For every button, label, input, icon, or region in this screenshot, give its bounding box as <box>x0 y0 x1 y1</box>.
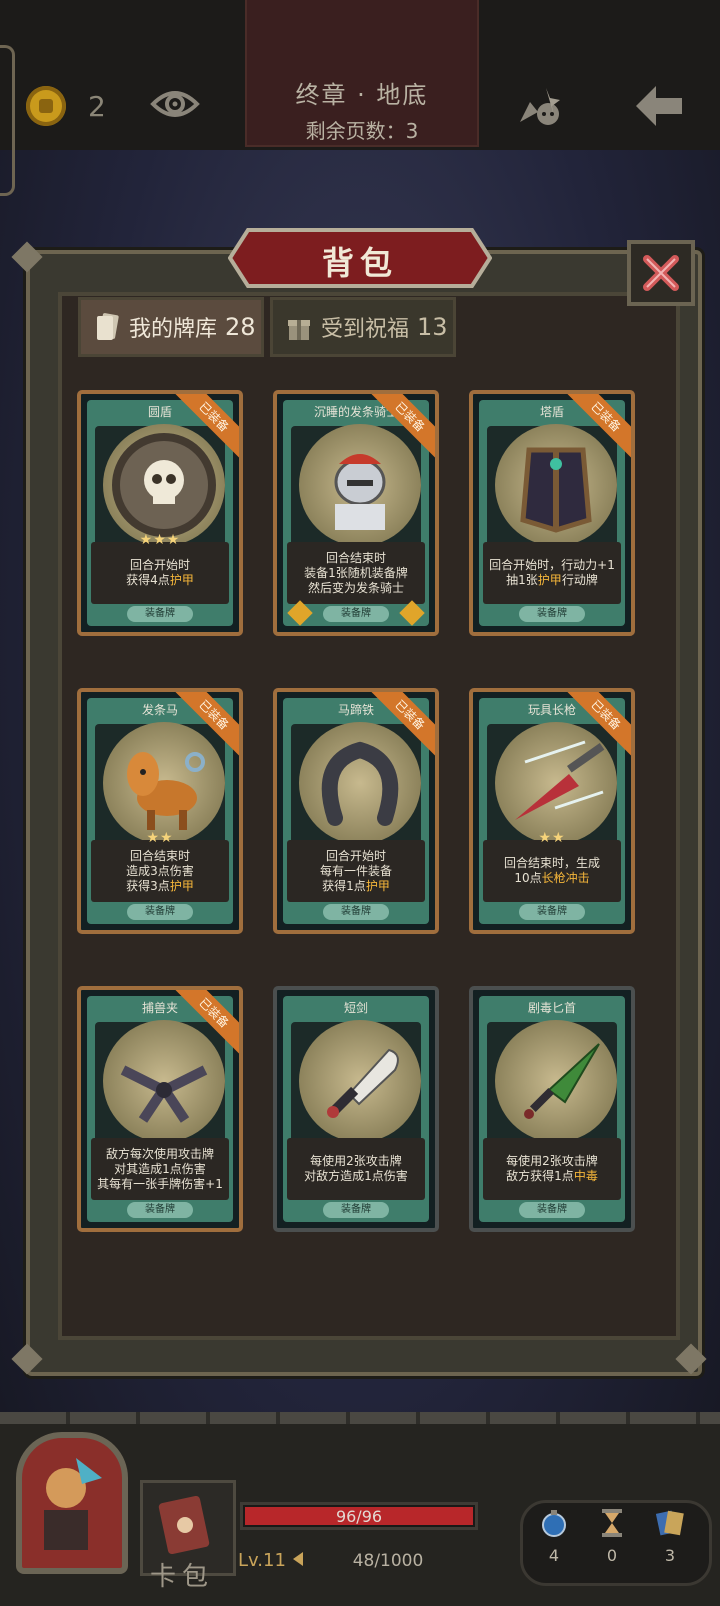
card-description: 回合结束时 装备1张随机装备牌 然后变为发条骑士 <box>287 542 425 604</box>
horseshoe-art <box>299 722 421 844</box>
trap-art <box>103 1020 225 1142</box>
coin-count: 2 <box>88 90 106 123</box>
fairy-icon[interactable] <box>516 82 566 128</box>
card-description: 每使用2张攻击牌 敌方获得1点中毒 <box>483 1138 621 1200</box>
xp-text: 48/1000 <box>352 1551 424 1571</box>
level-label: Lv.11 <box>238 1550 286 1571</box>
card-toy-lance[interactable]: 玩具长枪 ★★ 回合结束时，生成 10点长枪冲击 装备牌 已装备 <box>469 688 635 934</box>
chapter-header: 终章 · 地底 剩余页数：3 <box>245 0 479 147</box>
star-rating: ★★★ <box>139 532 181 548</box>
tab-label: 我的牌库 <box>129 317 218 342</box>
card-short-sword[interactable]: 短剑 每使用2张攻击牌 对敌方造成1点伤害 装备牌 <box>273 986 439 1232</box>
resource-count: 3 <box>664 1546 676 1565</box>
card-type: 装备牌 <box>323 1202 389 1218</box>
eye-icon[interactable] <box>150 86 200 122</box>
tab-count: 28 <box>225 313 256 341</box>
close-button[interactable] <box>627 240 695 306</box>
card-name: 短剑 <box>343 1001 368 1015</box>
book-icon <box>158 1495 210 1555</box>
card-clockwork-horse[interactable]: 发条马 ★★ 回合结束时 造成3点伤害 获得3点护甲 装备牌 已装备 <box>77 688 243 934</box>
close-icon <box>643 255 679 291</box>
lance-art <box>495 722 617 844</box>
card-type: 装备牌 <box>127 904 193 920</box>
star-rating: ★★ <box>538 830 566 846</box>
tab-my-deck[interactable]: 我的牌库 28 <box>78 297 264 357</box>
card-description: 每使用2张攻击牌 对敌方造成1点伤害 <box>287 1138 425 1200</box>
horse-art <box>103 722 225 844</box>
tab-label: 受到祝福 <box>321 317 410 342</box>
card-description: 敌方每次使用攻击牌 对其造成1点伤害 其每有一张手牌伤害+1 <box>91 1138 229 1200</box>
short-sword-art <box>299 1020 421 1142</box>
tab-blessings[interactable]: 受到祝福 13 <box>270 297 456 357</box>
star-rating: ★★ <box>146 830 174 846</box>
gift-icon <box>288 320 310 340</box>
bomb-icon <box>542 1510 566 1537</box>
card-round-shield[interactable]: 圆盾 ★★★ 回合开始时 获得4点护甲 装备牌 已装备 <box>77 390 243 636</box>
card-bear-trap[interactable]: 捕兽夹 敌方每次使用攻击牌 对其造成1点伤害 其每有一张手牌伤害+1 装备牌 已… <box>77 986 243 1232</box>
hero-portrait[interactable] <box>16 1432 128 1574</box>
card-horseshoe[interactable]: 马蹄铁 回合开始时 每有一件装备 获得1点护甲 装备牌 已装备 <box>273 688 439 934</box>
pages-remaining: 剩余页数：3 <box>305 119 419 143</box>
card-type: 装备牌 <box>519 606 585 622</box>
panel-title: 背包 <box>321 244 398 282</box>
back-arrow-icon[interactable] <box>632 82 686 130</box>
potion-resource[interactable]: 4 <box>534 1508 574 1565</box>
card-name: 剧毒匕首 <box>527 1001 576 1015</box>
hourglass-icon <box>602 1509 622 1537</box>
card-description: 回合结束时 造成3点伤害 获得3点护甲 <box>91 840 229 902</box>
tower-shield-art <box>495 424 617 546</box>
card-type: 装备牌 <box>519 1202 585 1218</box>
coin-icon <box>26 86 66 126</box>
card-description: 回合开始时 每有一件装备 获得1点护甲 <box>287 840 425 902</box>
cards-stack-icon <box>655 1510 684 1536</box>
card-type: 装备牌 <box>127 1202 193 1218</box>
card-type: 装备牌 <box>323 606 389 622</box>
xp-arrow-icon <box>293 1552 303 1566</box>
tab-count: 13 <box>417 313 448 341</box>
knight-art <box>299 424 421 546</box>
skull-shield-art <box>103 424 225 546</box>
cards-icon <box>97 313 119 340</box>
resource-count: 0 <box>606 1546 618 1565</box>
cards-resource[interactable]: 3 <box>650 1508 690 1565</box>
chapter-title: 终章 · 地底 <box>295 81 429 109</box>
resource-count: 4 <box>548 1546 560 1565</box>
side-frame <box>0 45 15 196</box>
card-description: 回合开始时，行动力+1 抽1张护甲行动牌 <box>483 542 621 604</box>
poison-dagger-art <box>495 1020 617 1142</box>
card-poison-dagger[interactable]: 剧毒匕首 每使用2张攻击牌 敌方获得1点中毒 装备牌 <box>469 986 635 1232</box>
hp-bar: 96/96 <box>240 1502 478 1530</box>
card-tower-shield[interactable]: 塔盾 回合开始时，行动力+1 抽1张护甲行动牌 装备牌 已装备 <box>469 390 635 636</box>
top-bar: 2 终章 · 地底 剩余页数：3 <box>0 0 720 196</box>
hourglass-resource[interactable]: 0 <box>592 1508 632 1565</box>
card-type: 装备牌 <box>323 904 389 920</box>
card-description: 回合开始时 获得4点护甲 <box>91 542 229 604</box>
card-sleeping-clockwork-knight[interactable]: 沉睡的发条骑士 回合结束时 装备1张随机装备牌 然后变为发条骑士 装备牌 已装备 <box>273 390 439 636</box>
card-type: 装备牌 <box>127 606 193 622</box>
hero-icon <box>44 1458 102 1550</box>
hp-text: 96/96 <box>335 1507 383 1526</box>
card-pack-label: 卡包 <box>150 1562 215 1592</box>
card-description: 回合结束时，生成 10点长枪冲击 <box>483 840 621 902</box>
card-type: 装备牌 <box>519 904 585 920</box>
